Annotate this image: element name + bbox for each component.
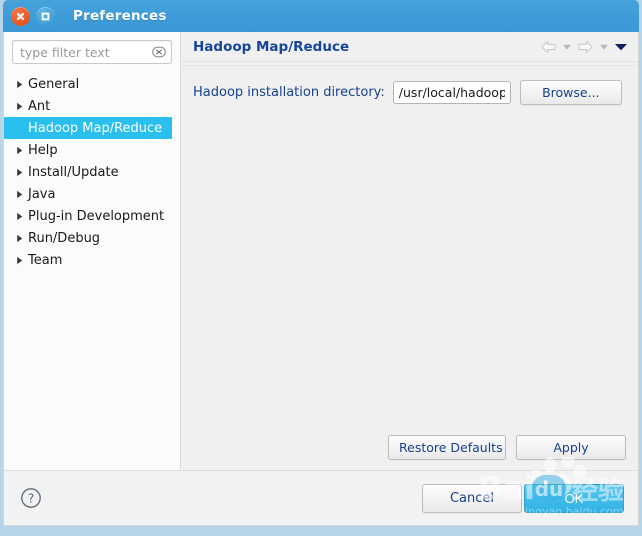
ok-button[interactable]: OK — [524, 483, 624, 513]
dialog-body: General Ant Hadoop Map/Reduce — [3, 32, 639, 526]
hadoop-directory-label: Hadoop installation directory: — [193, 85, 385, 100]
sidebar-item-java[interactable]: Java — [4, 183, 180, 205]
sidebar-item-run-debug[interactable]: Run/Debug — [4, 227, 180, 249]
search-input[interactable] — [13, 41, 171, 63]
hadoop-directory-input[interactable] — [392, 81, 511, 104]
sidebar-item-help[interactable]: Help — [4, 139, 180, 161]
sidebar-item-label: Ant — [28, 98, 51, 114]
forward-button[interactable] — [577, 40, 594, 54]
sidebar-item-general[interactable]: General — [4, 73, 180, 95]
back-button[interactable] — [540, 40, 557, 54]
close-button[interactable] — [11, 6, 30, 26]
browse-button[interactable]: Browse... — [519, 80, 622, 105]
expand-arrow-icon[interactable] — [12, 212, 28, 221]
restore-defaults-button[interactable]: Restore Defaults — [388, 435, 506, 460]
arrow-left-icon — [541, 40, 556, 53]
sidebar-item-label: Hadoop Map/Reduce — [28, 120, 163, 136]
chevron-down-icon — [600, 44, 608, 50]
settings-form: Hadoop installation directory: Browse... — [181, 66, 638, 435]
expand-arrow-icon[interactable] — [12, 234, 28, 243]
chevron-down-icon — [563, 44, 571, 50]
expand-arrow-icon[interactable] — [12, 102, 28, 111]
expand-arrow-icon[interactable] — [12, 168, 28, 177]
preferences-window: Preferences type filter text General Ant… — [0, 0, 642, 536]
preferences-content: Hadoop Map/Reduce Hadoop installation di… — [181, 32, 638, 470]
sidebar-item-ant[interactable]: Ant — [4, 95, 180, 117]
page-actions: Restore Defaults Apply — [181, 435, 638, 470]
sidebar-item-plug-in-development[interactable]: Plug-in Development — [4, 205, 180, 227]
expand-arrow-icon[interactable] — [12, 80, 28, 89]
sidebar-item-label: Install/Update — [28, 164, 119, 180]
sidebar-item-label: Run/Debug — [28, 230, 101, 246]
expand-arrow-icon[interactable] — [12, 256, 28, 265]
arrow-right-icon — [578, 40, 593, 53]
dialog-footer: ? Cancel OK Bai du 经验 jingyan.baidu.com — [4, 457, 638, 525]
sidebar-item-label: Java — [28, 186, 56, 202]
chevron-down-filled-icon — [615, 43, 627, 50]
sidebar-item-label: General — [28, 76, 80, 92]
sidebar-item-team[interactable]: Team — [4, 249, 180, 271]
filter-wrapper — [4, 40, 180, 70]
sidebar-item-label: Team — [28, 252, 63, 268]
filter-box[interactable] — [12, 40, 172, 64]
expand-arrow-icon[interactable] — [12, 146, 28, 155]
clear-icon[interactable] — [152, 46, 166, 58]
view-menu-button[interactable] — [614, 42, 628, 52]
close-icon — [16, 12, 25, 20]
sidebar-item-label: Plug-in Development — [28, 208, 165, 224]
window-title: Preferences — [73, 8, 167, 24]
sidebar-item-install-update[interactable]: Install/Update — [4, 161, 180, 183]
expand-arrow-icon[interactable] — [12, 190, 28, 199]
preferences-sidebar: General Ant Hadoop Map/Reduce — [4, 32, 181, 470]
back-history-dropdown[interactable] — [562, 43, 572, 51]
maximize-icon — [41, 12, 50, 20]
maximize-button[interactable] — [36, 6, 55, 26]
forward-history-dropdown[interactable] — [599, 43, 609, 51]
apply-button[interactable]: Apply — [516, 435, 626, 460]
title-bar: Preferences — [3, 0, 639, 32]
svg-text:?: ? — [28, 491, 34, 505]
help-circle-icon[interactable]: ? — [20, 487, 42, 509]
sidebar-item-hadoop-map-reduce[interactable]: Hadoop Map/Reduce — [4, 117, 172, 139]
sidebar-item-label: Help — [28, 142, 58, 158]
content-header: Hadoop Map/Reduce — [181, 32, 638, 62]
footer-buttons: Cancel OK — [422, 483, 624, 513]
navigation-group — [540, 40, 628, 54]
dialog-upper: General Ant Hadoop Map/Reduce — [4, 32, 638, 470]
preferences-tree: General Ant Hadoop Map/Reduce Help Insta… — [4, 70, 180, 470]
page-title: Hadoop Map/Reduce — [193, 38, 350, 55]
cancel-button[interactable]: Cancel — [422, 483, 522, 513]
hadoop-directory-row: Hadoop installation directory: Browse... — [193, 80, 626, 105]
